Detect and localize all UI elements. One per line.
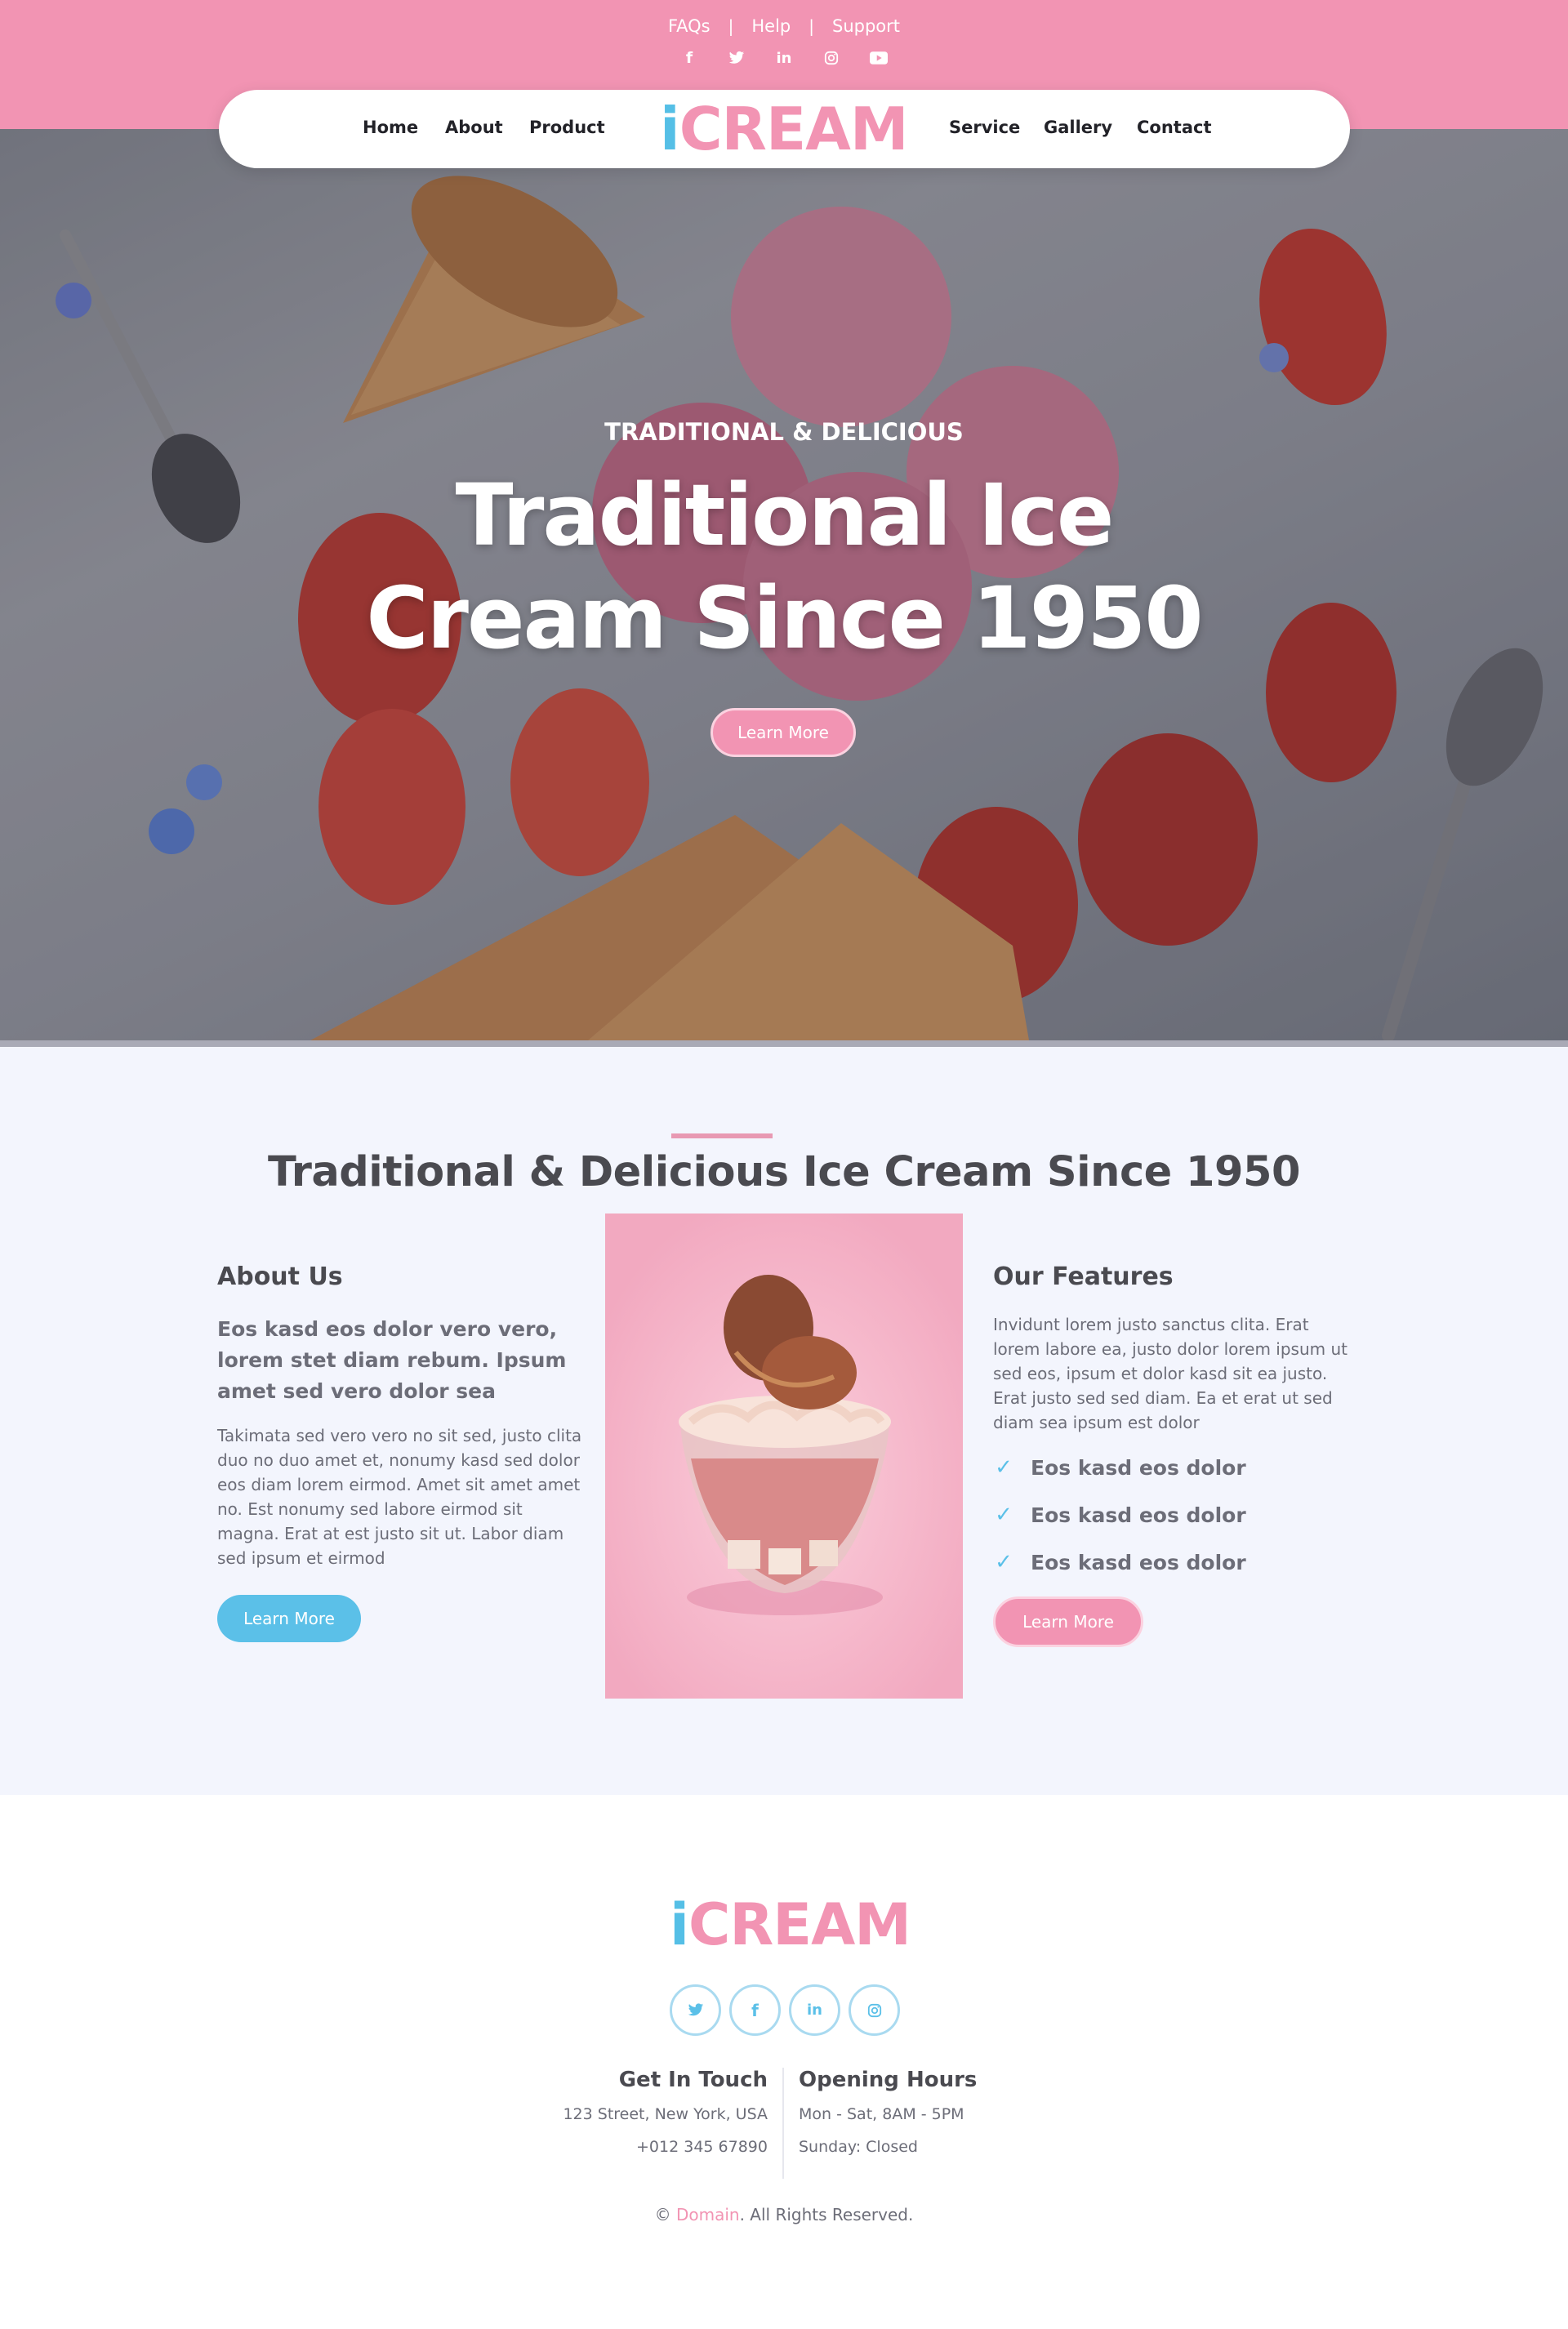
about-learn-more-button[interactable]: Learn More <box>217 1595 361 1642</box>
instagram-icon[interactable] <box>849 1984 900 2036</box>
main-navbar: Home About Product iCREAM Service Galler… <box>219 90 1350 168</box>
nav-service[interactable]: Service <box>949 118 1020 137</box>
faqs-link[interactable]: FAQs <box>650 16 728 36</box>
logo-main: CREAM <box>688 1891 911 1958</box>
help-link[interactable]: Help <box>733 16 808 36</box>
logo-main: CREAM <box>679 95 909 163</box>
weekday-hours: Mon - Sat, 8AM - 5PM <box>799 2105 964 2123</box>
check-icon: ✓ <box>995 1503 1013 1527</box>
youtube-icon[interactable] <box>870 49 888 67</box>
hero-title: Traditional Ice Cream Since 1950 <box>0 464 1568 670</box>
domain-link[interactable]: Domain <box>676 2205 740 2224</box>
nav-contact[interactable]: Contact <box>1137 118 1212 137</box>
logo-prefix: i <box>670 1891 689 1958</box>
opening-hours: Opening Hours Mon - Sat, 8AM - 5PM Sunda… <box>799 2068 1109 2158</box>
feature-item: ✓ Eos kasd eos dolor <box>993 1453 1352 1482</box>
footer-divider <box>782 2068 784 2179</box>
support-link[interactable]: Support <box>814 16 918 36</box>
hero-title-line: Cream Since 1950 <box>366 568 1203 668</box>
nav-home[interactable]: Home <box>363 118 418 137</box>
ice-cream-cup-image <box>605 1213 963 1699</box>
phone-text: +012 345 67890 <box>636 2138 768 2156</box>
feature-item: ✓ Eos kasd eos dolor <box>993 1500 1352 1530</box>
about-section: Traditional & Delicious Ice Cream Since … <box>0 1047 1568 1795</box>
linkedin-icon[interactable]: in <box>775 49 793 67</box>
twitter-icon[interactable] <box>670 1984 721 2036</box>
nav-about[interactable]: About <box>445 118 503 137</box>
about-us-lead: Eos kasd eos dolor vero vero, lorem stet… <box>217 1317 567 1403</box>
section-heading: Traditional & Delicious Ice Cream Since … <box>268 1148 1300 1196</box>
footer-social-links: f in <box>670 1984 900 2036</box>
feature-label: Eos kasd eos dolor <box>1031 1550 1246 1574</box>
our-features-body: Invidunt lorem justo sanctus clita. Erat… <box>993 1315 1348 1432</box>
copyright-text: . All Rights Reserved. <box>739 2205 914 2224</box>
hero-title-line: Traditional Ice <box>455 465 1115 565</box>
hero-bottom-border <box>0 1040 1568 1047</box>
logo-prefix: i <box>660 95 680 163</box>
about-us-column: About Us Eos kasd eos dolor vero vero, l… <box>217 1262 585 1642</box>
check-icon: ✓ <box>995 1455 1013 1480</box>
heading-accent-bar <box>671 1133 773 1138</box>
twitter-icon[interactable] <box>728 49 746 67</box>
sunday-hours: Sunday: Closed <box>799 2138 918 2156</box>
copyright: © Domain. All Rights Reserved. <box>0 2205 1568 2224</box>
our-features-column: Our Features Invidunt lorem justo sanctu… <box>993 1262 1352 1647</box>
features-learn-more-button[interactable]: Learn More <box>993 1596 1143 1647</box>
hero-learn-more-button[interactable]: Learn More <box>710 708 856 757</box>
nav-product[interactable]: Product <box>529 118 605 137</box>
facebook-icon[interactable]: f <box>729 1984 781 2036</box>
opening-hours-title: Opening Hours <box>799 2068 978 2092</box>
linkedin-icon[interactable]: in <box>789 1984 840 2036</box>
footer-logo[interactable]: iCREAM <box>670 1891 911 1958</box>
our-features-title: Our Features <box>993 1262 1174 1291</box>
check-icon: ✓ <box>995 1550 1013 1574</box>
feature-label: Eos kasd eos dolor <box>1031 1455 1246 1480</box>
feature-label: Eos kasd eos dolor <box>1031 1503 1246 1527</box>
hero-section: TRADITIONAL & DELICIOUS Traditional Ice … <box>0 129 1568 1040</box>
hero-subtitle: TRADITIONAL & DELICIOUS <box>604 418 964 446</box>
top-links: FAQs | Help | Support <box>0 16 1568 36</box>
separator: | <box>808 16 814 36</box>
copyright-symbol: © <box>654 2205 671 2224</box>
brand-logo[interactable]: iCREAM <box>660 95 909 163</box>
nav-gallery[interactable]: Gallery <box>1044 118 1112 137</box>
top-social-links: f in <box>0 49 1568 67</box>
facebook-icon[interactable]: f <box>680 49 698 67</box>
about-us-body: Takimata sed vero vero no sit sed, justo… <box>217 1426 582 1568</box>
address-text: 123 Street, New York, USA <box>563 2105 768 2123</box>
about-us-title: About Us <box>217 1262 343 1291</box>
instagram-icon[interactable] <box>822 49 840 67</box>
get-in-touch-title: Get In Touch <box>618 2068 768 2092</box>
separator: | <box>728 16 734 36</box>
feature-item: ✓ Eos kasd eos dolor <box>993 1547 1352 1577</box>
get-in-touch: Get In Touch 123 Street, New York, USA +… <box>457 2068 768 2158</box>
footer: iCREAM f in Get In Touch 123 Street, New… <box>0 1795 1568 2329</box>
